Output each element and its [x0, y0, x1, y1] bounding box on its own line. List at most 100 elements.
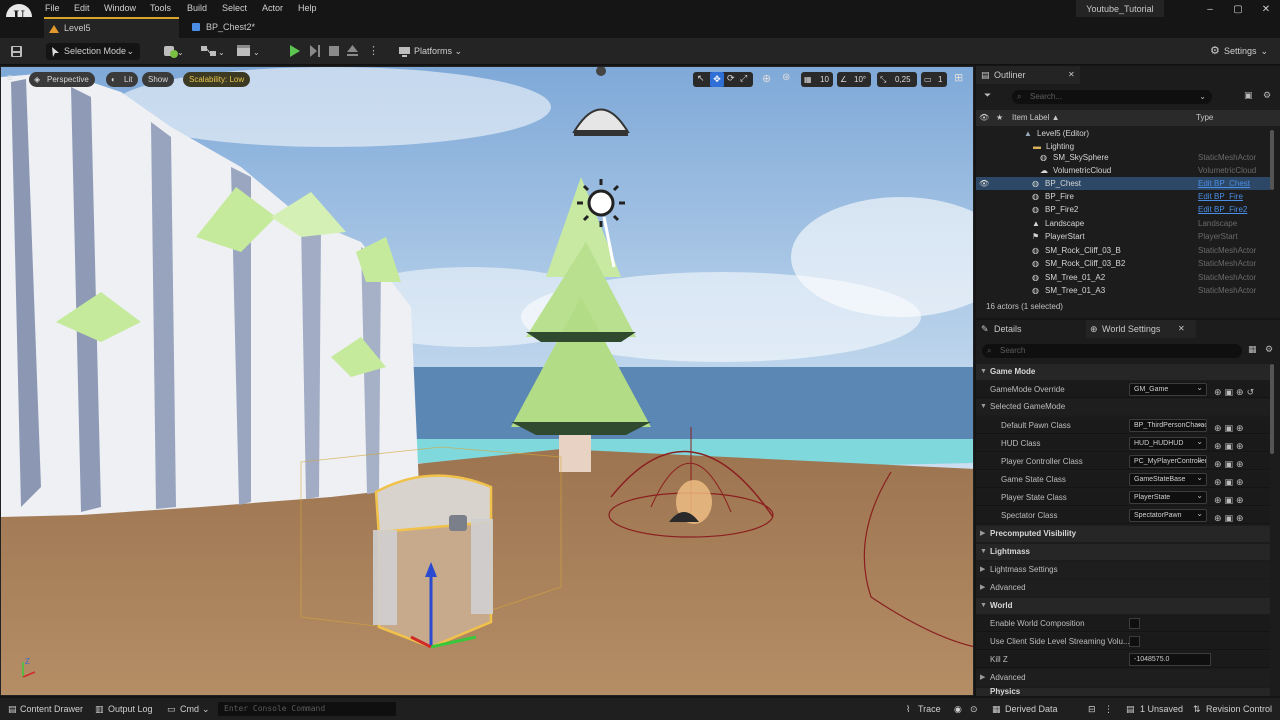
- maximize-icon[interactable]: ▢: [1231, 4, 1245, 15]
- revision-control-button[interactable]: Revision Control: [1206, 704, 1272, 714]
- select-tool-icon[interactable]: ↖: [697, 73, 705, 84]
- game-state-class-dropdown[interactable]: GameStateBase: [1129, 473, 1207, 486]
- scale-tool-icon[interactable]: ⤢: [740, 73, 747, 84]
- grid-view-icon[interactable]: ▦: [1248, 344, 1257, 355]
- pin-column-icon[interactable]: ★: [996, 110, 1003, 126]
- scalability-badge[interactable]: Scalability: Low: [183, 72, 251, 87]
- menu-help[interactable]: Help: [298, 3, 317, 13]
- player-state-class-dropdown[interactable]: PlayerState: [1129, 491, 1207, 504]
- category-precomputed-visibility[interactable]: ▶ Precomputed Visibility: [976, 526, 1270, 542]
- recent-icon[interactable]: ⊙: [970, 704, 978, 715]
- step-icon[interactable]: [309, 44, 321, 58]
- record-icon[interactable]: ◉: [954, 704, 962, 715]
- outliner-search-input[interactable]: ⌕ Search... ⌄: [1012, 90, 1212, 104]
- settings-gear-icon[interactable]: ⚙: [1263, 90, 1271, 101]
- list-item[interactable]: ◍ BP_Fire2 Edit BP_Fire2: [976, 203, 1270, 216]
- kill-z-input[interactable]: -1048575.0: [1129, 653, 1211, 666]
- lit-button[interactable]: ◐ Lit: [106, 72, 139, 87]
- show-button[interactable]: Show: [142, 72, 175, 87]
- minimize-icon[interactable]: –: [1203, 4, 1217, 15]
- filter-icon[interactable]: ⏷: [984, 90, 991, 101]
- list-item[interactable]: 👁 ◍ BP_Chest Edit BP_Chest: [976, 177, 1270, 190]
- menu-build[interactable]: Build: [187, 3, 207, 13]
- gamemode-override-dropdown[interactable]: GM_Game: [1129, 383, 1207, 396]
- console-command-input[interactable]: Enter Console Command: [218, 702, 396, 716]
- close-icon[interactable]: ✕: [1259, 4, 1273, 15]
- list-item[interactable]: ◍ BP_Fire Edit BP_Fire: [976, 190, 1270, 203]
- menu-window[interactable]: Window: [104, 3, 136, 13]
- visibility-column-icon[interactable]: 👁: [979, 110, 989, 126]
- outliner-tab[interactable]: ▤ Outliner ✕: [976, 66, 1080, 84]
- edit-blueprint-link[interactable]: Edit BP_Chest: [1198, 177, 1250, 190]
- list-item[interactable]: ◍ SM_Tree_01_A3 StaticMeshActor: [976, 284, 1270, 297]
- add-folder-icon[interactable]: ▣: [1244, 90, 1253, 101]
- category-game-mode[interactable]: ▼ Game Mode: [976, 364, 1270, 380]
- close-tab-icon[interactable]: ✕: [1178, 320, 1185, 338]
- selection-mode-dropdown[interactable]: Selection Mode ⌄: [46, 43, 140, 60]
- player-controller-class-dropdown[interactable]: PC_MyPlayerController: [1129, 455, 1207, 468]
- surface-snap-icon[interactable]: ⊛: [782, 72, 790, 83]
- menu-edit[interactable]: Edit: [74, 3, 90, 13]
- viewport-menu-icon[interactable]: ≡: [7, 73, 13, 84]
- tab-world-settings[interactable]: ⊕ World Settings ✕: [1086, 320, 1196, 338]
- save-icon[interactable]: [10, 45, 23, 58]
- list-item[interactable]: ⚑ PlayerStart PlayerStart: [976, 230, 1270, 243]
- scene-render[interactable]: [1, 67, 974, 696]
- content-drawer-button[interactable]: Content Drawer: [20, 704, 83, 714]
- type-column[interactable]: Type: [1196, 110, 1213, 126]
- list-item[interactable]: ◍ SM_Rock_Cliff_03_B StaticMeshActor: [976, 244, 1270, 257]
- more-options-icon[interactable]: ⋮: [1104, 704, 1113, 715]
- list-item[interactable]: ☁ VolumetricCloud VolumetricCloud: [976, 164, 1270, 177]
- menu-tools[interactable]: Tools: [150, 3, 171, 13]
- more-options-icon[interactable]: ⋮: [368, 44, 379, 57]
- edit-blueprint-link[interactable]: Edit BP_Fire2: [1198, 203, 1247, 216]
- category-advanced[interactable]: ▶ Advanced: [976, 580, 1270, 596]
- category-advanced-world[interactable]: ▶ Advanced: [976, 670, 1270, 686]
- add-actor-icon[interactable]: ⌄: [163, 44, 185, 58]
- category-physics[interactable]: Physics: [976, 688, 1270, 696]
- rotation-snap-button[interactable]: ∠ 10°: [837, 72, 871, 87]
- item-label-column[interactable]: Item Label ▲: [1012, 110, 1060, 126]
- menu-file[interactable]: File: [45, 3, 60, 13]
- category-lightmass-settings[interactable]: ▶ Lightmass Settings: [976, 562, 1270, 578]
- close-tab-icon[interactable]: ✕: [1068, 66, 1075, 84]
- grid-snap-button[interactable]: ▦ 10: [801, 72, 833, 87]
- tab-details[interactable]: ✎ Details: [976, 320, 1076, 338]
- tab-bp-chest2[interactable]: BP_Chest2*: [186, 17, 296, 38]
- maximize-viewport-icon[interactable]: ⊞: [954, 71, 963, 84]
- scale-snap-button[interactable]: ⤡ 0,25: [877, 72, 917, 87]
- settings-gear-icon[interactable]: ⚙: [1265, 344, 1273, 355]
- move-tool-icon[interactable]: ✥: [710, 72, 724, 87]
- list-item[interactable]: ▲ Level5 (Editor): [976, 127, 1270, 140]
- unsaved-button[interactable]: 1 Unsaved: [1140, 704, 1183, 714]
- chest-actor[interactable]: [373, 474, 493, 649]
- category-lightmass[interactable]: ▼ Lightmass: [976, 544, 1270, 560]
- visibility-icon[interactable]: 👁: [979, 177, 989, 190]
- rotate-tool-icon[interactable]: ⟳: [727, 73, 735, 84]
- browse-actions-icon[interactable]: ⊕▣⊕: [1214, 510, 1247, 527]
- blueprints-icon[interactable]: ⌄: [200, 44, 226, 58]
- details-search-input[interactable]: ⌕ Search: [982, 344, 1242, 358]
- play-icon[interactable]: [289, 44, 301, 58]
- category-world[interactable]: ▼ World: [976, 598, 1270, 614]
- menu-select[interactable]: Select: [222, 3, 247, 13]
- tab-level5[interactable]: Level5: [44, 17, 179, 38]
- settings-dropdown[interactable]: ⚙ Settings ⌄: [1208, 43, 1272, 60]
- category-selected-gamemode[interactable]: ▼ Selected GameMode: [976, 399, 1270, 415]
- platforms-dropdown[interactable]: Platforms ⌄: [396, 43, 466, 60]
- eject-icon[interactable]: [346, 44, 359, 57]
- camera-speed-button[interactable]: ▭ 1: [921, 72, 947, 87]
- derived-data-button[interactable]: Derived Data: [1005, 704, 1058, 714]
- list-item[interactable]: ▲ Landscape Landscape: [976, 217, 1270, 230]
- cinematics-icon[interactable]: ⌄: [236, 44, 262, 58]
- client-side-streaming-checkbox[interactable]: [1129, 636, 1140, 647]
- hud-class-dropdown[interactable]: HUD_HUDHUD: [1129, 437, 1207, 450]
- perspective-button[interactable]: ◈ Perspective: [29, 72, 95, 87]
- level-viewport[interactable]: Z ≡ ◈ Perspective ◐ Lit Show Scalability…: [0, 66, 974, 696]
- default-pawn-class-dropdown[interactable]: BP_ThirdPersonCharacter: [1129, 419, 1207, 432]
- details-scrollbar[interactable]: [1270, 364, 1274, 454]
- list-item[interactable]: ◍ SM_Rock_Cliff_03_B2 StaticMeshActor: [976, 257, 1270, 270]
- edit-blueprint-link[interactable]: Edit BP_Fire: [1198, 190, 1243, 203]
- trace-button[interactable]: Trace: [918, 704, 941, 714]
- enable-world-composition-checkbox[interactable]: [1129, 618, 1140, 629]
